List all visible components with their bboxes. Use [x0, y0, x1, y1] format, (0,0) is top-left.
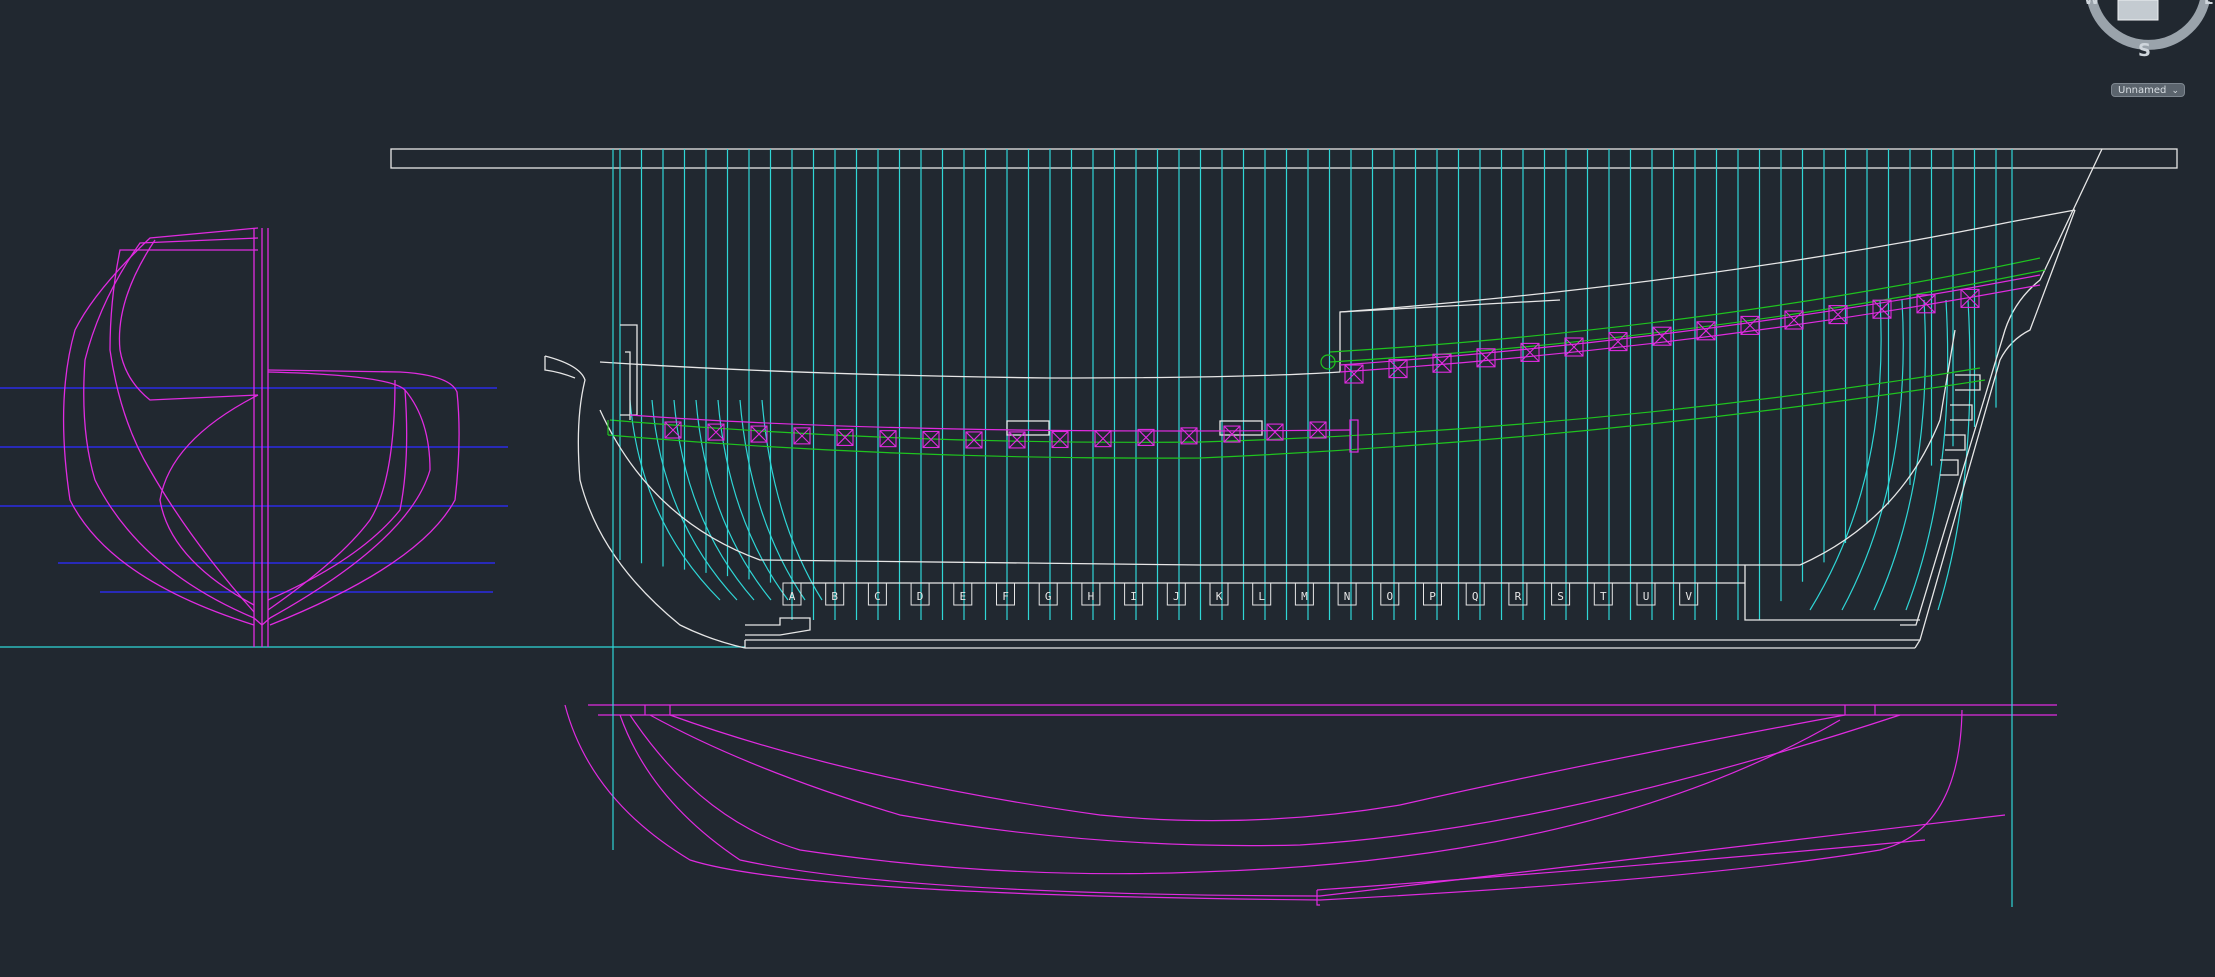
station-letter: M	[1301, 590, 1308, 603]
drawing-canvas[interactable]: A B C D E F G H I J K L M N O P Q R S T U V	[0, 0, 2215, 977]
gunport-cross	[1180, 427, 1198, 445]
chevron-down-icon: ⌄	[2171, 86, 2179, 96]
half-breadth-plan	[564, 704, 2057, 906]
station-letter: R	[1515, 590, 1522, 603]
station-letter: L	[1258, 590, 1265, 603]
station-letter: H	[1088, 590, 1095, 603]
gunport-cross	[664, 421, 682, 439]
gunport-cross	[793, 427, 811, 445]
named-view-dropdown[interactable]: Unnamed ⌄	[2111, 83, 2185, 97]
frame-curve	[1873, 299, 1926, 611]
station-letter: G	[1045, 590, 1052, 603]
station-letter: B	[831, 590, 838, 603]
gunport-cross	[836, 429, 854, 446]
station-letter: K	[1216, 590, 1223, 603]
station-letter: U	[1643, 590, 1650, 603]
station-letter: D	[917, 590, 924, 603]
station-letter: A	[789, 590, 796, 603]
gunport-cross	[1828, 305, 1848, 324]
station-letter: Q	[1472, 590, 1479, 603]
gunport-boxes	[664, 288, 1980, 449]
compass-south-label[interactable]: S	[2138, 40, 2151, 61]
compass-east-label[interactable]: E	[2204, 0, 2214, 8]
station-letter: N	[1344, 590, 1351, 603]
gunport-cross	[879, 430, 897, 448]
compass-west-label[interactable]: W	[2084, 0, 2099, 8]
station-letter: E	[959, 590, 966, 603]
gunport-cross	[1008, 431, 1026, 449]
station-letter: S	[1557, 590, 1564, 603]
hull-outline	[544, 148, 2103, 649]
station-labels: A B C D E F G H I J K L M N O P Q R S T U V	[782, 582, 1699, 606]
gunport-cross	[1564, 337, 1584, 357]
station-letter: F	[1002, 590, 1009, 603]
station-letter: J	[1173, 590, 1180, 603]
gunport-cross	[1051, 431, 1069, 448]
gunport-cross	[1223, 425, 1241, 443]
gunport-cross	[750, 425, 768, 443]
station-letter: V	[1685, 590, 1692, 603]
station-letter: I	[1130, 590, 1137, 603]
frame-curve	[695, 399, 772, 601]
station-letter: P	[1429, 590, 1436, 603]
gunport-cross	[1094, 430, 1112, 448]
frame-lines	[619, 149, 1997, 620]
frame-curve	[1841, 299, 1904, 611]
gunport-cross	[1266, 423, 1284, 441]
station-letter: O	[1386, 590, 1393, 603]
named-view-value: Unnamed	[2118, 85, 2167, 96]
gunport-cross	[1344, 364, 1364, 384]
sheer-plan: A B C D E F G H I J K L M N O P Q R S T U V	[390, 148, 2178, 649]
station-letter: C	[874, 590, 881, 603]
gunport-cross	[1137, 429, 1155, 446]
station-letter: T	[1600, 590, 1607, 603]
